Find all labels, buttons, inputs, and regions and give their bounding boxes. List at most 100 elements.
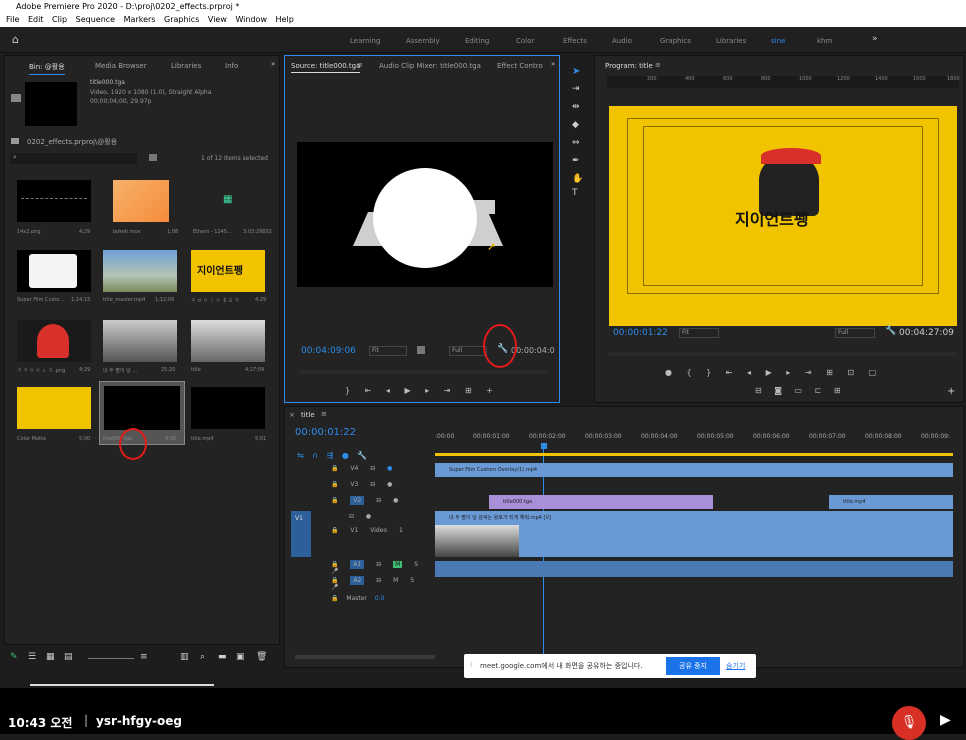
source-transport-controls[interactable]: } ⇤ ◂ ▶ ▸ ⇥ ⊞ + [345,386,545,396]
menu-view[interactable]: View [208,15,227,24]
menu-help[interactable]: Help [276,15,294,24]
tab-audio-mixer[interactable]: Audio Clip Mixer: title000.tga [379,62,481,70]
sort-icon[interactable]: ≡ [140,652,148,662]
clip-v2-title000[interactable]: title000.tga [489,495,713,509]
new-bin-icon[interactable] [149,154,157,161]
more-workspaces-icon[interactable]: » [872,34,878,44]
tab-effect-controls[interactable]: Effect Contro [497,62,543,70]
ws-color[interactable]: Color [516,37,534,45]
fit-dropdown[interactable]: Fit [679,328,719,338]
new-item-icon[interactable]: ▣ [236,652,245,662]
clip-a2[interactable] [435,575,953,577]
add-button-icon[interactable]: + [947,386,955,397]
zoom-slider[interactable] [88,658,134,659]
close-icon[interactable]: × [289,411,295,419]
menu-icon[interactable]: ≡ [321,410,327,418]
camera-icon[interactable]: ▶ [940,712,951,728]
tab-media-browser[interactable]: Media Browser [95,62,147,70]
freeform-view-icon[interactable]: ▤ [64,652,73,662]
slip-icon[interactable]: ⇔ [572,138,580,148]
media-item[interactable] [103,320,177,362]
source-timecode[interactable]: 00:04:09:06 [301,346,356,356]
menu-sequence[interactable]: Sequence [76,15,115,24]
ws-editing[interactable]: Editing [465,37,489,45]
drag-handle-icon[interactable]: ⁞ [470,661,472,669]
clip-v4[interactable]: Super Film Custom Overlay(1).mp4 [435,463,953,477]
mic-off-icon[interactable]: 🎙 [892,706,926,740]
clip-v2-title-mp4[interactable]: title.mp4 [829,495,953,509]
new-bin-button[interactable]: ▬ [218,652,227,662]
menu-icon[interactable]: ≡ [357,61,363,69]
media-item[interactable]: ▦ [193,180,267,222]
ws-graphics[interactable]: Graphics [660,37,691,45]
tab-source[interactable]: Source: title000.tga [291,62,361,73]
automate-icon[interactable]: ▥ [180,652,189,662]
tab-bin[interactable]: Bin: @활용 [29,62,65,75]
timeline-timecode[interactable]: 00:00:01:22 [295,427,356,438]
icon-view-icon[interactable]: ▦ [46,652,55,662]
find-icon[interactable]: ⌕ [200,652,205,662]
menu-edit[interactable]: Edit [28,15,44,24]
ws-audio[interactable]: Audio [612,37,632,45]
playhead-handle[interactable] [541,443,547,449]
ws-libraries[interactable]: Libraries [716,37,746,45]
source-viewer[interactable]: ➚ [297,142,553,287]
media-item[interactable] [113,180,169,222]
program-transport-controls[interactable]: ● { } ⇤ ◂ ▶ ▸ ⇥ ⊞ ⊡ ▢ [665,368,945,378]
razor-icon[interactable]: ◆ [572,120,579,130]
ws-assembly[interactable]: Assembly [406,37,440,45]
type-tool-icon[interactable]: T [572,188,578,198]
ws-learning[interactable]: Learning [350,37,380,45]
clip-v1[interactable]: 내 두 팔이 널 감싸는 왕호가 되게 해줘.mp4 [V] [435,511,953,557]
source-scrubber[interactable] [299,370,547,374]
menu-window[interactable]: Window [235,15,267,24]
home-icon[interactable]: ⌂ [12,33,19,46]
timeline-h-scroll[interactable] [295,655,435,659]
ripple-edit-icon[interactable]: ⇹ [572,102,580,112]
timeline-tools[interactable]: ⇆ ∩ ⇶ ● 🔧 [297,451,417,461]
ws-khm[interactable]: khm [817,37,832,45]
media-item[interactable] [17,180,91,222]
media-item[interactable] [17,320,91,362]
pen-icon[interactable]: ✒ [572,156,580,166]
more-tabs-icon[interactable]: » [271,60,275,68]
work-area-bar[interactable] [435,453,953,456]
ws-sine[interactable]: sine [771,37,785,45]
menu-file[interactable]: File [6,15,19,24]
timeline-ruler[interactable]: :00:00 00:00:01:00 00:00:02:00 00:00:03:… [435,433,963,451]
media-item[interactable] [17,387,91,429]
menu-graphics[interactable]: Graphics [164,15,199,24]
ws-effects[interactable]: Effects [563,37,587,45]
program-viewer[interactable]: 지이언트펭 [609,106,957,326]
media-item[interactable] [191,387,265,429]
selection-tool-icon[interactable]: ➤ [572,66,580,77]
program-scrubber[interactable] [609,352,957,356]
trash-icon[interactable]: 🗑 [256,652,267,662]
program-timecode[interactable]: 00:00:01:22 [613,328,668,338]
search-input[interactable] [11,153,137,164]
quality-dropdown[interactable]: Full [449,346,487,356]
menu-clip[interactable]: Clip [52,15,67,24]
media-item[interactable] [103,250,177,292]
menu-markers[interactable]: Markers [124,15,156,24]
quality-dropdown[interactable]: Full [835,328,875,338]
fit-dropdown[interactable]: Fit [369,346,407,356]
media-item[interactable] [17,250,91,292]
track-select-icon[interactable]: ⇥ [572,84,580,94]
program-extra-controls[interactable]: ⊟ ◙ ▭ ⊏ ⊞ [755,386,935,396]
hand-icon[interactable]: ✋ [572,174,583,184]
wrench-icon[interactable]: 🔧 [885,326,896,336]
media-item[interactable]: 지이언트펭 [191,250,265,292]
v1-source-patch[interactable]: V1 [291,511,311,557]
clip-a1[interactable] [435,561,953,575]
stop-sharing-button[interactable]: 공유 중지 [666,657,720,675]
menu-icon[interactable]: ≡ [655,61,661,69]
pencil-icon[interactable]: ✎ [10,652,18,662]
hide-button[interactable]: 숨기기 [726,661,745,671]
settings-icon[interactable] [417,346,425,354]
list-view-icon[interactable]: ☰ [28,652,36,662]
tab-info[interactable]: Info [225,62,238,70]
tab-timeline[interactable]: title [301,411,315,419]
media-item[interactable] [191,320,265,362]
tab-libraries[interactable]: Libraries [171,62,201,70]
